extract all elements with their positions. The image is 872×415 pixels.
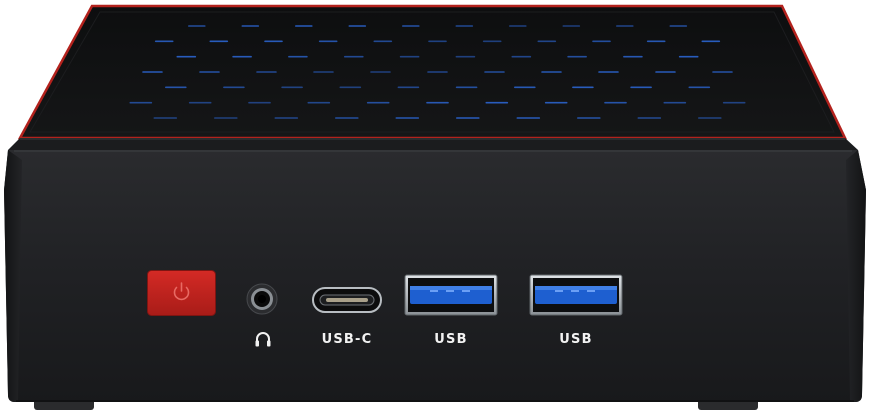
usb-a-port-2[interactable]	[529, 274, 623, 316]
chamfer-band	[8, 138, 858, 150]
power-button[interactable]	[147, 270, 216, 316]
usb-a-port-1[interactable]	[404, 274, 498, 316]
mini-pc-product-photo	[4, 4, 866, 410]
usb-c-port[interactable]	[312, 287, 382, 313]
audio-jack[interactable]	[246, 283, 278, 315]
